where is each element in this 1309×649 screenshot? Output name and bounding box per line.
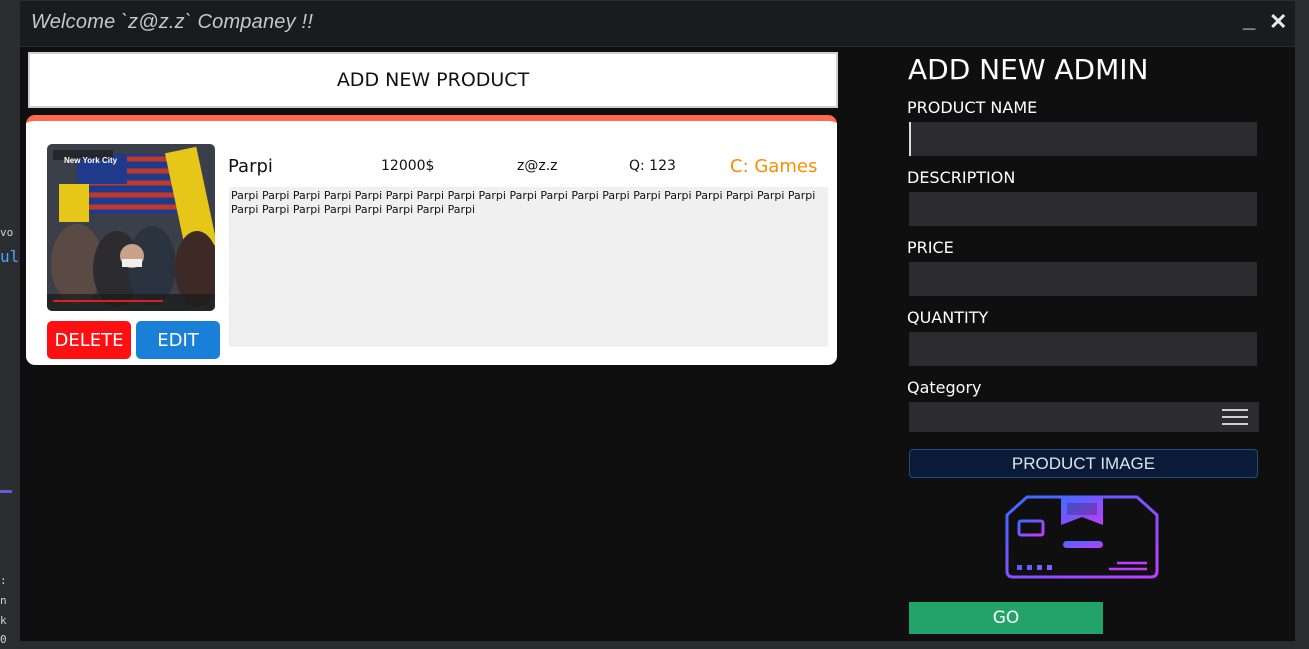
- quantity-label: QUANTITY: [907, 308, 989, 327]
- product-price: 12000$: [381, 158, 435, 174]
- admin-form-title: ADD NEW ADMIN: [908, 53, 1149, 86]
- delete-button[interactable]: DELETE: [47, 321, 131, 359]
- background-text-fragment: :: [0, 574, 7, 587]
- go-button[interactable]: GO: [909, 602, 1103, 634]
- price-input[interactable]: [909, 262, 1257, 296]
- edit-button[interactable]: EDIT: [136, 321, 220, 359]
- category-menu-button[interactable]: [1211, 402, 1259, 432]
- app-window: Welcome `z@z.z` Companey !! _ ✕ ADD NEW …: [19, 0, 1296, 642]
- quantity-input[interactable]: [909, 332, 1257, 366]
- product-owner: z@z.z: [517, 158, 558, 174]
- minimize-button[interactable]: _: [1243, 7, 1255, 33]
- background-text-fragment: k: [0, 614, 7, 627]
- product-name-label: PRODUCT NAME: [907, 98, 1038, 117]
- product-photo-icon: [47, 144, 215, 311]
- window-title: Welcome `z@z.z` Companey !!: [31, 11, 314, 33]
- product-category: C: Games: [730, 156, 818, 177]
- product-image: New York City: [47, 144, 215, 311]
- image-caption: New York City: [64, 156, 118, 165]
- add-new-product-button[interactable]: ADD NEW PRODUCT: [28, 52, 838, 108]
- product-description: Parpi Parpi Parpi Parpi Parpi Parpi Parp…: [229, 187, 828, 347]
- price-label: PRICE: [907, 238, 954, 257]
- description-input[interactable]: [909, 192, 1257, 226]
- category-label: Qategory: [907, 378, 982, 397]
- hamburger-icon: [1222, 409, 1248, 411]
- background-accent-stripe: [0, 490, 12, 493]
- background-text-fragment: n: [0, 594, 7, 607]
- product-quantity: Q: 123: [629, 158, 676, 174]
- category-select[interactable]: [909, 402, 1211, 432]
- background-left-pane: [0, 0, 19, 649]
- background-text-fragment: ul: [0, 247, 20, 266]
- product-image-button[interactable]: PRODUCT IMAGE: [909, 449, 1258, 478]
- product-name-input[interactable]: [909, 122, 1257, 156]
- product-card: New York City DELETE EDIT Parpi 12000$ z…: [26, 115, 837, 365]
- background-text-fragment: 0: [0, 633, 7, 646]
- hamburger-icon: [1222, 423, 1248, 425]
- close-button[interactable]: ✕: [1269, 9, 1287, 35]
- background-text-fragment: vo: [0, 226, 14, 239]
- package-box-icon: [1005, 495, 1159, 579]
- title-bar[interactable]: Welcome `z@z.z` Companey !! _ ✕: [20, 1, 1295, 47]
- description-label: DESCRIPTION: [907, 168, 1016, 187]
- product-name: Parpi: [228, 156, 273, 177]
- hamburger-icon: [1222, 416, 1248, 418]
- background-right-pane: [1295, 0, 1309, 649]
